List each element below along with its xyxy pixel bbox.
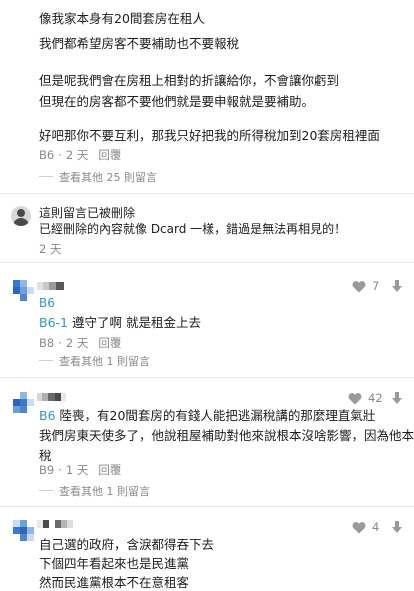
reply-body: 遵守了啊 就是租金上去 [68, 315, 201, 330]
reply-button[interactable]: 回覆 [98, 336, 121, 350]
comment-thread: 像我家本身有20間套房在租人 我們都希望房客不要補助也不要報稅 但是呢我們會在房… [0, 0, 414, 591]
comment-time: 2 天 [65, 336, 89, 350]
author-name-redacted [37, 282, 64, 290]
deleted-comment-body: 已經刪除的內容就像 Dcard 一樣，錯過是無法再相見的！ [39, 222, 347, 236]
floor-number: B9 [39, 463, 55, 477]
heart-icon [348, 392, 362, 404]
comment-meta: B9 · 1 天回覆 [39, 463, 122, 477]
comment-line: 好吧那你不要互利，那我只好把我的所得稅加到20套房租裡面 [39, 128, 380, 143]
view-more-replies-link[interactable]: 查看其他 25 則留言 [59, 169, 157, 185]
arrow-down-icon[interactable] [392, 392, 402, 404]
reply-body: 陸喪，有20間套房的有錢人能把逃漏稅講的那麼理直氣壯 [55, 408, 376, 423]
divider [0, 193, 414, 194]
divider [0, 377, 414, 378]
floor-number: B8 [39, 336, 55, 350]
comment-line: 我們都希望房客不要補助也不要報稅 [39, 36, 240, 51]
floor-mention-link[interactable]: B6-1 [39, 315, 68, 330]
comment-time: 1 天 [65, 463, 89, 477]
reply-body: 然而民進黨根本不在意租客 [39, 575, 190, 590]
author-name-redacted [37, 520, 73, 528]
comment-line: 但是呢我們會在房租上相對的折讓給你，不會讓你虧到 [39, 73, 340, 88]
like-count: 42 [368, 391, 383, 405]
like-button[interactable]: 42 [348, 391, 383, 405]
thread-line [39, 176, 53, 177]
comment-meta: B8 · 2 天回覆 [39, 336, 122, 350]
thread-line [39, 490, 53, 491]
reply-body: 我們房東天使多了，他說租屋補助對他來說根本沒啥影響，因為他本來就有在繳 [39, 428, 414, 443]
comment-time: 2 天 [39, 242, 62, 256]
floor-mention-link[interactable]: B6 [39, 408, 56, 423]
view-more-replies-link[interactable]: 查看其他 1 則留言 [59, 353, 150, 369]
view-more-replies-link[interactable]: 查看其他 1 則留言 [59, 483, 150, 499]
reply-text: B6 陸喪，有20間套房的有錢人能把逃漏稅講的那麼理直氣壯 [39, 405, 375, 427]
comment-meta: B6 · 2 天回覆 [39, 148, 122, 162]
arrow-down-icon[interactable] [392, 280, 402, 292]
divider [0, 506, 414, 507]
reply-button[interactable]: 回覆 [98, 148, 121, 162]
default-avatar-icon [11, 206, 31, 226]
comment-time: 2 天 [65, 148, 89, 162]
comment-line: 像我家本身有20間套房在租人 [39, 11, 205, 26]
avatar[interactable] [13, 520, 34, 541]
like-count: 4 [372, 520, 380, 534]
divider [0, 262, 414, 263]
arrow-down-icon[interactable] [392, 521, 402, 533]
like-button[interactable]: 4 [352, 520, 379, 534]
heart-icon [352, 280, 366, 292]
heart-icon [352, 521, 366, 533]
like-button[interactable]: 7 [352, 279, 379, 293]
author-floor-label: B6 [39, 296, 55, 310]
avatar[interactable] [13, 280, 34, 301]
reply-button[interactable]: 回覆 [98, 463, 121, 477]
reply-text: B6-1 遵守了啊 就是租金上去 [39, 312, 201, 334]
like-count: 7 [372, 279, 380, 293]
author-name-redacted [37, 393, 66, 401]
avatar[interactable] [13, 392, 34, 413]
thread-line [39, 360, 53, 361]
floor-number: B6 [39, 148, 55, 162]
comment-line: 但現在的房客都不要他們就是要申報就是要補助。 [39, 94, 315, 109]
